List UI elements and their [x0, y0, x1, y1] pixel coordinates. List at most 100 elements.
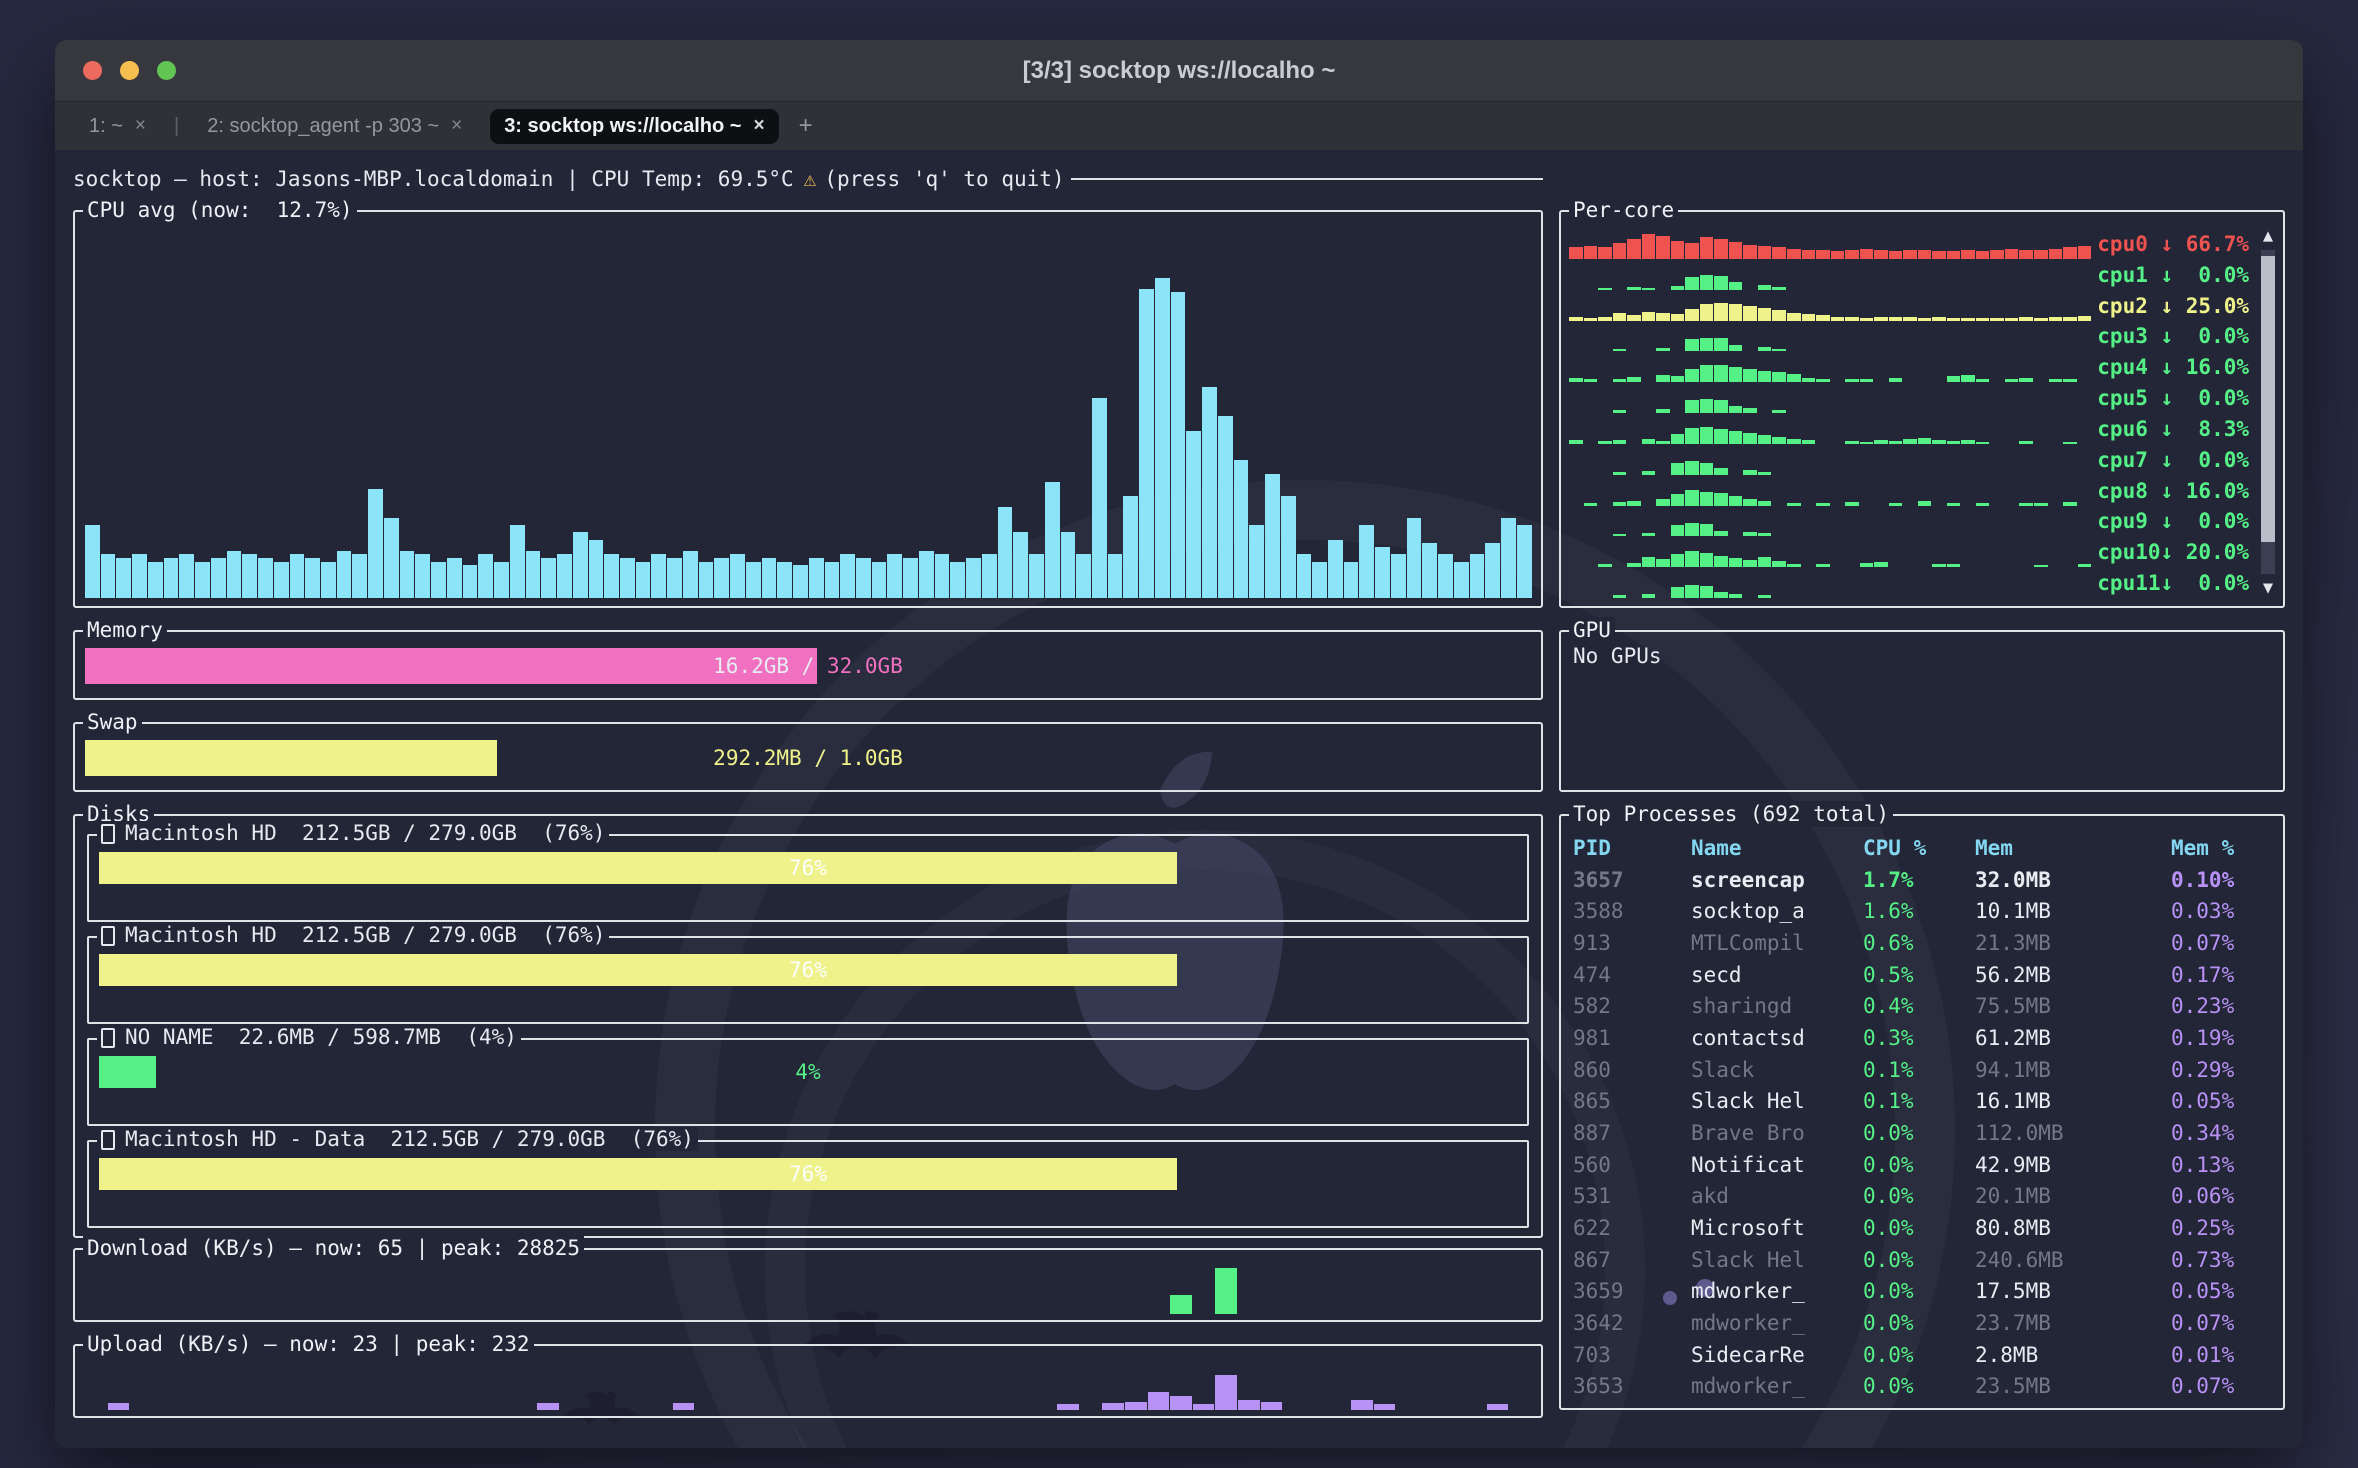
memory-gauge-label: 16.2GB / 32.0GB — [85, 648, 1531, 684]
core-row-cpu1: cpu1 ↓ 0.0% — [1569, 261, 2249, 290]
process-cell: Microsoft — [1691, 1216, 1863, 1240]
process-cell: 16.1MB — [1975, 1089, 2171, 1113]
process-row-3588: 3588socktop_a1.6%10.1MB0.03% — [1573, 895, 2271, 927]
cpu7-label: cpu7 ↓ 0.0% — [2097, 446, 2249, 475]
tab-1[interactable]: 1: ~ × — [75, 109, 160, 144]
new-tab-button[interactable]: + — [799, 112, 813, 140]
per-core-scrollbar[interactable]: ▲ ▼ — [2257, 226, 2279, 598]
process-cell: Brave Bro — [1691, 1121, 1863, 1145]
top-processes-title: Top Processes (692 total) — [1569, 801, 1893, 827]
process-row-981: 981contactsd0.3%61.2MB0.19% — [1573, 1022, 2271, 1054]
per-core-panel: Per-core cpu0 ↓ 66.7%cpu1 ↓ 0.0%cpu2 ↓ 2… — [1559, 210, 2285, 608]
process-cell: 0.6% — [1863, 931, 1975, 955]
upload-title: Upload (KB/s) — now: 23 | peak: 232 — [83, 1331, 534, 1357]
disks-panel: Disks Macintosh HD 212.5GB / 279.0GB (76… — [73, 814, 1543, 1238]
column-header-cpu: CPU % — [1863, 836, 1975, 860]
cpu2-label: cpu2 ↓ 25.0% — [2097, 292, 2249, 321]
scrollbar-track[interactable] — [2261, 250, 2275, 574]
download-panel: Download (KB/s) — now: 65 | peak: 28825 — [73, 1248, 1543, 1322]
zoom-window-button[interactable] — [157, 61, 176, 80]
process-cell: 56.2MB — [1975, 963, 2171, 987]
cpu9-label: cpu9 ↓ 0.0% — [2097, 507, 2249, 536]
cpu1-sparkline — [1569, 261, 2091, 290]
cpu2-sparkline — [1569, 292, 2091, 321]
quit-hint: (press 'q' to quit) — [824, 167, 1064, 191]
process-cell: 1.7% — [1863, 868, 1975, 892]
core-row-cpu9: cpu9 ↓ 0.0% — [1569, 507, 2249, 536]
core-row-cpu10: cpu10↓ 20.0% — [1569, 538, 2249, 567]
process-cell: 0.07% — [2171, 1374, 2271, 1398]
process-cell: 0.06% — [2171, 1184, 2271, 1208]
process-cell: akd — [1691, 1184, 1863, 1208]
scroll-down-icon[interactable]: ▼ — [2263, 578, 2273, 598]
disk-usage-label: 76% — [99, 1158, 1517, 1190]
process-cell: 1.6% — [1863, 899, 1975, 923]
process-cell: mdworker_ — [1691, 1279, 1863, 1303]
minimize-window-button[interactable] — [120, 61, 139, 80]
process-cell: 2.8MB — [1975, 1343, 2171, 1367]
cpu6-label: cpu6 ↓ 8.3% — [2097, 415, 2249, 444]
tab-2[interactable]: 2: socktop_agent -p 303 ~ × — [193, 109, 476, 144]
disk-item-title: NO NAME 22.6MB / 598.7MB (4%) — [97, 1025, 521, 1049]
cpu3-label: cpu3 ↓ 0.0% — [2097, 322, 2249, 351]
disk-item-title: Macintosh HD - Data 212.5GB / 279.0GB (7… — [97, 1127, 698, 1151]
cpu10-label: cpu10↓ 20.0% — [2097, 538, 2249, 567]
window-titlebar[interactable]: [3/3] socktop ws://localho ~ — [55, 40, 2303, 102]
disk-usage-label: 4% — [99, 1056, 1517, 1088]
process-cell: mdworker_ — [1691, 1311, 1863, 1335]
process-table-header: PIDNameCPU %MemMem % — [1573, 832, 2271, 864]
scroll-up-icon[interactable]: ▲ — [2263, 226, 2273, 246]
process-cell: 0.29% — [2171, 1058, 2271, 1082]
process-cell: 0.01% — [2171, 1343, 2271, 1367]
memory-panel: Memory 16.2GB / 32.0GB — [73, 630, 1543, 700]
process-cell: 0.13% — [2171, 1153, 2271, 1177]
process-cell: MTLCompil — [1691, 931, 1863, 955]
tab-1-close-icon[interactable]: × — [135, 115, 146, 137]
disk-drive-icon — [101, 1028, 115, 1048]
process-cell: 3588 — [1573, 899, 1691, 923]
left-column: socktop — host: Jasons-MBP.localdomain |… — [73, 164, 1543, 1418]
cpu-avg-title: CPU avg (now: 12.7%) — [83, 197, 357, 223]
download-title: Download (KB/s) — now: 65 | peak: 28825 — [83, 1235, 584, 1261]
terminal-screen[interactable]: socktop — host: Jasons-MBP.localdomain |… — [55, 150, 2303, 1448]
process-cell: 0.34% — [2171, 1121, 2271, 1145]
process-cell: 3657 — [1573, 868, 1691, 892]
process-cell: 0.10% — [2171, 868, 2271, 892]
disk-usage-label: 76% — [99, 852, 1517, 884]
process-cell: Notificat — [1691, 1153, 1863, 1177]
swap-gauge-label: 292.2MB / 1.0GB — [85, 740, 1531, 776]
process-cell: 0.1% — [1863, 1089, 1975, 1113]
process-cell: 0.4% — [1863, 994, 1975, 1018]
gpu-message: No GPUs — [1573, 644, 1662, 668]
process-cell: 0.05% — [2171, 1089, 2271, 1113]
process-cell: 560 — [1573, 1153, 1691, 1177]
traffic-lights — [83, 61, 176, 80]
tab-1-label: 1: ~ — [89, 115, 123, 138]
gpu-panel: GPU No GPUs — [1559, 630, 2285, 792]
gpu-title: GPU — [1569, 617, 1615, 643]
scrollbar-thumb[interactable] — [2261, 256, 2275, 541]
disk-usage-gauge: 76% — [99, 852, 1517, 884]
process-cell: contactsd — [1691, 1026, 1863, 1050]
core-row-cpu6: cpu6 ↓ 8.3% — [1569, 415, 2249, 444]
tab-3-active[interactable]: 3: socktop ws://localho ~ × — [490, 109, 778, 144]
column-header-mem: Mem % — [2171, 836, 2271, 860]
disk-item-title: Macintosh HD 212.5GB / 279.0GB (76%) — [97, 923, 609, 947]
process-cell: Slack — [1691, 1058, 1863, 1082]
cpu6-sparkline — [1569, 415, 2091, 444]
status-header: socktop — host: Jasons-MBP.localdomain |… — [73, 164, 1543, 194]
tab-separator: | — [174, 115, 179, 138]
process-row-860: 860Slack0.1%94.1MB0.29% — [1573, 1054, 2271, 1086]
cpu11-label: cpu11↓ 0.0% — [2097, 569, 2249, 598]
close-window-button[interactable] — [83, 61, 102, 80]
top-processes-panel: Top Processes (692 total) PIDNameCPU %Me… — [1559, 814, 2285, 1410]
process-cell: 112.0MB — [1975, 1121, 2171, 1145]
process-cell: 0.07% — [2171, 1311, 2271, 1335]
disk-item-0: Macintosh HD 212.5GB / 279.0GB (76%)76% — [87, 834, 1529, 922]
process-cell: 17.5MB — [1975, 1279, 2171, 1303]
process-cell: 531 — [1573, 1184, 1691, 1208]
tab-2-close-icon[interactable]: × — [451, 115, 462, 137]
process-row-531: 531akd0.0%20.1MB0.06% — [1573, 1180, 2271, 1212]
tab-3-close-icon[interactable]: × — [753, 115, 764, 137]
process-row-622: 622Microsoft0.0%80.8MB0.25% — [1573, 1212, 2271, 1244]
